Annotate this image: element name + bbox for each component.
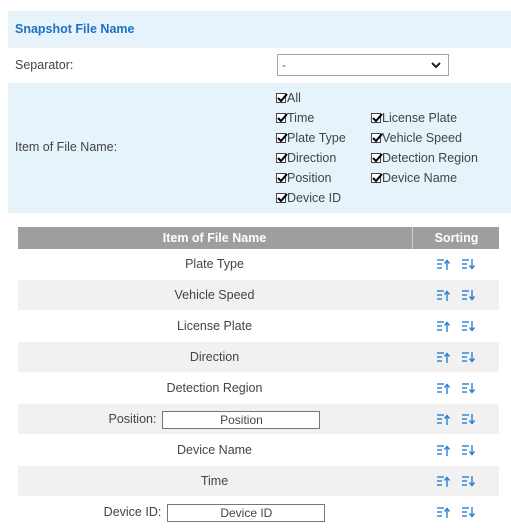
check-icon — [372, 173, 383, 183]
item-of-file-name-label: Item of File Name: — [15, 140, 118, 154]
table-body: Plate Type Vehicle Speed License Plate Dire… — [18, 249, 499, 528]
table-row: Detection Region — [18, 373, 499, 404]
table-row: Plate Type — [18, 249, 499, 280]
separator-label: Separator: — [15, 58, 74, 72]
table-header: Item of File Name Sorting — [18, 227, 499, 249]
checkbox-box[interactable] — [276, 153, 288, 163]
row-item-name: Device Name — [176, 443, 253, 457]
checkbox-box[interactable] — [371, 133, 383, 143]
separator-select-value: - — [282, 58, 286, 72]
checkbox-label: Plate Type — [287, 131, 346, 145]
column-header-sorting: Sorting — [412, 227, 500, 249]
table-row: Time — [18, 466, 499, 497]
row-item-name: Vehicle Speed — [174, 288, 255, 302]
sort-ascending-icon[interactable] — [436, 289, 451, 302]
checkbox-box[interactable] — [371, 113, 383, 123]
checkbox-box[interactable] — [371, 153, 383, 163]
sort-descending-icon[interactable] — [461, 444, 476, 457]
row-field: Position: Position — [18, 404, 411, 435]
sort-ascending-icon[interactable] — [436, 413, 451, 426]
check-icon — [277, 193, 288, 203]
sort-ascending-icon[interactable] — [436, 506, 451, 519]
checkbox-label: License Plate — [382, 111, 458, 125]
checkbox-box[interactable] — [276, 193, 288, 203]
check-icon — [277, 133, 288, 143]
table-row: Device Name — [18, 435, 499, 466]
check-icon — [372, 153, 383, 163]
row-field-label: Position: — [108, 412, 157, 426]
sort-descending-icon[interactable] — [461, 289, 476, 302]
check-icon — [372, 133, 383, 143]
checkbox-device-id[interactable]: Device ID — [276, 188, 341, 208]
checkbox-box[interactable] — [371, 173, 383, 183]
checkbox-position[interactable]: Position — [276, 168, 331, 188]
row-field-input[interactable]: Device ID — [167, 503, 326, 522]
checkbox-time[interactable]: Time — [276, 108, 314, 128]
row-field: Device ID: Device ID — [18, 497, 411, 528]
checkbox-detection-region[interactable]: Detection Region — [371, 148, 478, 168]
separator-row: Separator: - — [8, 47, 511, 83]
checkbox-label: Vehicle Speed — [382, 131, 462, 145]
row-item-name: License Plate — [176, 319, 253, 333]
checkbox-vehicle-speed[interactable]: Vehicle Speed — [371, 128, 462, 148]
checkbox-box[interactable] — [276, 133, 288, 143]
sort-descending-icon[interactable] — [461, 475, 476, 488]
chevron-down-icon — [431, 62, 441, 69]
checkbox-plate-type[interactable]: Plate Type — [276, 128, 346, 148]
row-item-name: Detection Region — [166, 381, 263, 395]
sort-ascending-icon[interactable] — [436, 475, 451, 488]
row-field-label: Device ID: — [103, 505, 162, 519]
file-name-order-table: Item of File Name Sorting Plate Type Vehi… — [18, 227, 499, 528]
separator-select[interactable]: - — [277, 54, 449, 76]
row-item-name: Plate Type — [185, 257, 244, 271]
check-icon — [277, 173, 288, 183]
checkbox-box[interactable] — [276, 173, 288, 183]
checkbox-label: Direction — [287, 151, 337, 165]
sort-descending-icon[interactable] — [461, 258, 476, 271]
sort-descending-icon[interactable] — [461, 351, 476, 364]
section-title: Snapshot File Name — [8, 11, 511, 47]
row-item-name: Direction — [189, 350, 240, 364]
checkbox-label: Position — [287, 171, 332, 185]
sort-ascending-icon[interactable] — [436, 258, 451, 271]
checkbox-box[interactable] — [276, 113, 288, 123]
section-title-text: Snapshot File Name — [15, 22, 135, 36]
checkbox-label: Detection Region — [382, 151, 478, 165]
item-of-file-name-row: Item of File Name: All Time License Plat… — [8, 83, 511, 213]
sort-descending-icon[interactable] — [461, 506, 476, 519]
table-row: Device ID: Device ID — [18, 497, 499, 528]
checkbox-direction[interactable]: Direction — [276, 148, 336, 168]
checkbox-all[interactable]: All — [276, 88, 301, 108]
sort-descending-icon[interactable] — [461, 382, 476, 395]
check-icon — [277, 113, 288, 123]
checkbox-label: Device ID — [287, 191, 342, 205]
sort-descending-icon[interactable] — [461, 413, 476, 426]
sort-ascending-icon[interactable] — [436, 382, 451, 395]
checkbox-label: Time — [287, 111, 315, 125]
row-field-input[interactable]: Position — [162, 410, 321, 429]
sort-ascending-icon[interactable] — [436, 444, 451, 457]
check-icon — [277, 93, 288, 103]
row-item-name: Time — [200, 474, 229, 488]
sort-ascending-icon[interactable] — [436, 320, 451, 333]
table-row: Position: Position — [18, 404, 499, 435]
table-row: Vehicle Speed — [18, 280, 499, 311]
checkbox-device-name[interactable]: Device Name — [371, 168, 457, 188]
sort-descending-icon[interactable] — [461, 320, 476, 333]
checkbox-license-plate[interactable]: License Plate — [371, 108, 457, 128]
check-icon — [277, 153, 288, 163]
sort-ascending-icon[interactable] — [436, 351, 451, 364]
checkbox-label: All — [287, 91, 301, 105]
checkbox-label: Device Name — [382, 171, 458, 185]
check-icon — [372, 113, 383, 123]
checkbox-box[interactable] — [276, 93, 288, 103]
column-header-item: Item of File Name — [162, 231, 267, 245]
table-row: Direction — [18, 342, 499, 373]
table-row: License Plate — [18, 311, 499, 342]
